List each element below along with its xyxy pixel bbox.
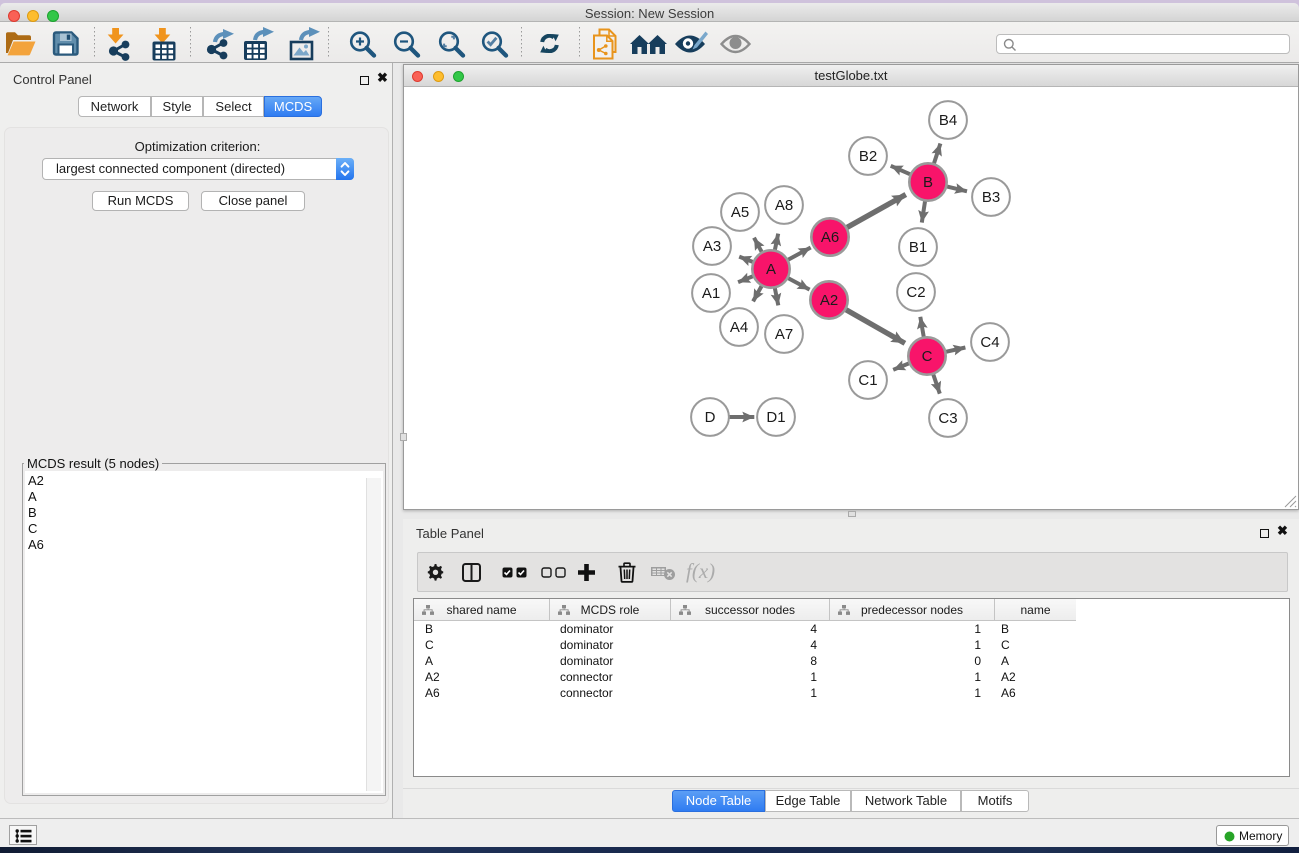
svg-text:A4: A4 xyxy=(730,319,748,336)
svg-text:A8: A8 xyxy=(775,197,793,214)
svg-text:B: B xyxy=(923,174,933,191)
svg-text:A5: A5 xyxy=(731,204,749,221)
svg-text:A6: A6 xyxy=(821,229,839,246)
svg-text:B4: B4 xyxy=(939,112,957,129)
svg-text:B1: B1 xyxy=(909,239,927,256)
svg-text:C4: C4 xyxy=(980,334,999,351)
svg-text:A: A xyxy=(766,261,776,278)
svg-text:C3: C3 xyxy=(938,410,957,427)
svg-text:C1: C1 xyxy=(858,372,877,389)
svg-text:B3: B3 xyxy=(982,189,1000,206)
svg-text:A3: A3 xyxy=(703,238,721,255)
svg-text:C: C xyxy=(922,348,933,365)
svg-text:A7: A7 xyxy=(775,326,793,343)
svg-text:D: D xyxy=(705,409,716,426)
svg-text:A2: A2 xyxy=(820,292,838,309)
svg-text:C2: C2 xyxy=(906,284,925,301)
svg-text:D1: D1 xyxy=(766,409,785,426)
svg-text:A1: A1 xyxy=(702,285,720,302)
svg-text:B2: B2 xyxy=(859,148,877,165)
